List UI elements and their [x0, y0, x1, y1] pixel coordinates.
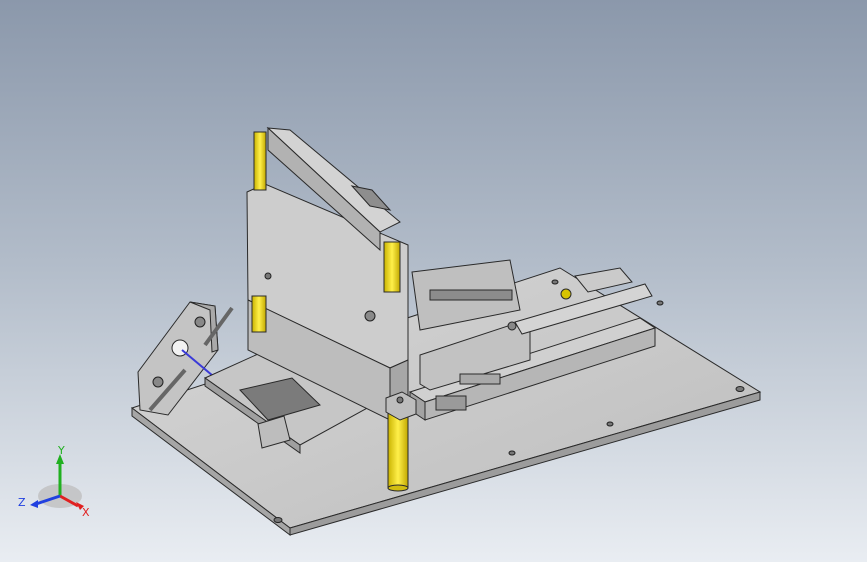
cad-3d-viewport[interactable]: Y X Z — [0, 0, 867, 562]
y-axis-label: Y — [57, 444, 65, 457]
coordinate-triad: Y X Z — [18, 444, 90, 519]
assembly-model[interactable] — [0, 0, 867, 562]
z-axis-label: Z — [18, 496, 26, 509]
x-axis-label: X — [82, 506, 90, 519]
